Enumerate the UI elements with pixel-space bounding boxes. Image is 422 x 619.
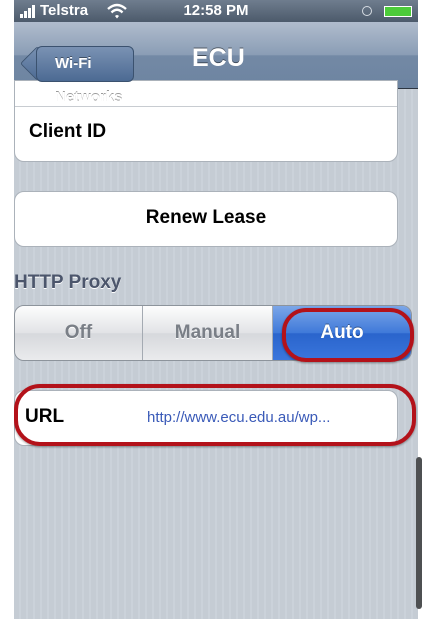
segment-manual[interactable]: Manual	[143, 306, 273, 360]
navigation-bar: Wi-Fi Networks ECU	[14, 22, 418, 106]
segment-off[interactable]: Off	[15, 306, 143, 360]
phone-screen: Telstra 12:58 PM Wi-Fi Networks ECU Clie…	[14, 0, 418, 619]
status-time: 12:58 PM	[183, 2, 249, 19]
renew-lease-label: Renew Lease	[145, 207, 267, 228]
annotation-ring-url	[14, 384, 416, 446]
client-id-label: Client ID	[29, 121, 107, 142]
status-bar: Telstra 12:58 PM	[14, 0, 418, 22]
http-proxy-header: HTTP Proxy	[14, 272, 122, 293]
lock-rotation-icon	[362, 6, 372, 16]
back-button[interactable]: Wi-Fi Networks	[36, 46, 134, 106]
battery-icon	[384, 6, 412, 17]
annotation-ring-auto	[282, 308, 414, 362]
scroll-indicator[interactable]	[416, 457, 422, 609]
page-title: ECU	[192, 44, 245, 72]
renew-lease-button[interactable]: Renew Lease	[14, 191, 398, 247]
